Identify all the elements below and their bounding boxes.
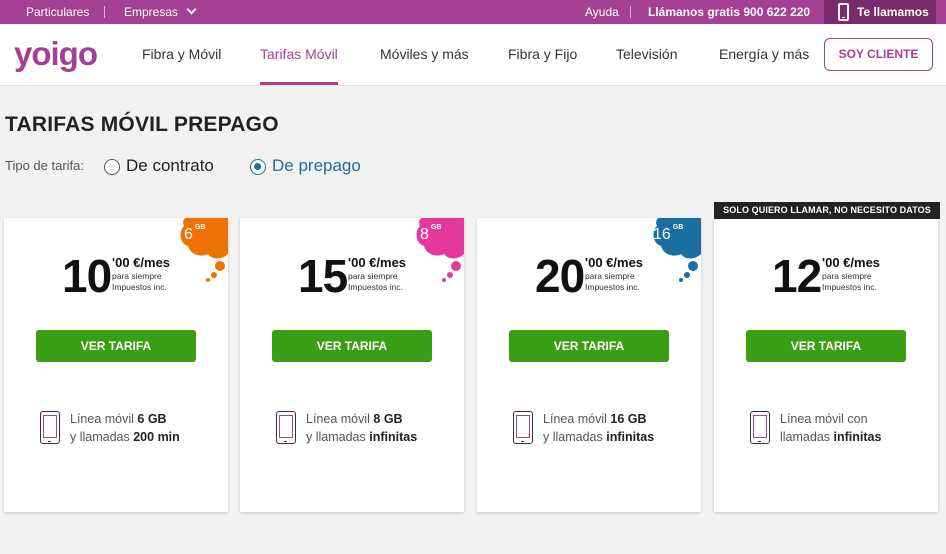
data-badge-label: 6 GB [184,223,206,244]
data-amount: 8 [420,226,429,243]
tariff-card: 8 GB 15 '00 €/mes para siempre Impuestos … [240,218,464,512]
price-decimal: '00 €/mes [822,255,881,270]
radio-circle [104,159,120,175]
price-note-forever: para siempre [585,271,635,281]
te-llamamos-button[interactable]: Te llamamos [824,0,936,24]
price-note-taxes: Impuestos inc. [822,282,877,292]
price-note-forever: para siempre [348,271,398,281]
radio-contrato[interactable]: De contrato [104,156,224,178]
phone-icon [838,3,849,21]
price-note-taxes: Impuestos inc. [585,282,640,292]
soy-cliente-button[interactable]: SOY CLIENTE [824,38,933,71]
radio-prepago-label: De prepago [272,156,361,175]
tariff-card: SOLO QUIERO LLAMAR, NO NECESITO DATOS 12… [714,202,940,512]
tarifa-type-label: Tipo de tarifa: [5,158,85,173]
data-badge-label: 8 GB [420,223,442,244]
nav-fibra-fijo[interactable]: Fibra y Fijo [508,24,577,85]
price-decimal: '00 €/mes [348,255,407,270]
ver-tarifa-button[interactable]: VER TARIFA [746,330,906,362]
te-llamamos-label: Te llamamos [857,5,929,19]
page-title: TARIFAS MÓVIL PREPAGO [5,113,279,136]
price-decimal: '00 €/mes [112,255,171,270]
top-bar: Particulares Empresas Ayuda Llámanos gra… [0,0,946,24]
mobile-phone-icon [513,411,533,444]
price-integer: 12 [772,250,822,302]
data-amount: 16 [653,226,671,243]
main-nav: yoigo Fibra y Móvil Tarifas Móvil Móvile… [0,24,946,86]
radio-contrato-label: De contrato [126,156,214,175]
price-integer: 20 [535,250,585,302]
ayuda-link[interactable]: Ayuda [585,0,619,24]
logo-text: yoigo [14,38,97,72]
price-note-forever: para siempre [822,271,872,281]
ver-tarifa-button[interactable]: VER TARIFA [509,330,669,362]
data-unit: GB [672,223,684,231]
data-badge-label: 16 GB [653,223,684,244]
nav-fibra-movil[interactable]: Fibra y Móvil [142,24,221,85]
price-integer: 15 [298,250,348,302]
radio-prepago[interactable]: De prepago [250,156,370,178]
particulares-link[interactable]: Particulares [26,0,89,24]
tariff-card: 6 GB 10 '00 €/mes para siempre Impuestos … [4,218,228,512]
feature-text: Línea móvil 8 GB y llamadas infinitas [306,412,418,444]
mobile-phone-icon [40,411,60,444]
nav-energia-mas[interactable]: Energía y más [719,24,809,85]
data-unit: GB [194,223,206,231]
price-note-forever: para siempre [112,271,162,281]
tariff-card: 16 GB 20 '00 €/mes para siempre Impuestos… [477,218,701,512]
price-note-taxes: Impuestos inc. [112,282,167,292]
nav-tarifas-movil[interactable]: Tarifas Móvil [260,24,338,85]
feature-text: Línea móvil con llamadas infinitas [780,412,882,444]
empresas-label: Empresas [124,5,179,19]
mobile-phone-icon [750,411,770,444]
chevron-down-icon [186,4,197,15]
yoigo-logo[interactable]: yoigo [14,38,110,72]
call-number-link[interactable]: Llámanos gratis 900 622 220 [648,0,810,24]
data-amount: 6 [184,226,193,243]
data-unit: GB [430,223,442,231]
price-decimal: '00 €/mes [585,255,644,270]
feature-text: Línea móvil 16 GB y llamadas infinitas [543,412,655,444]
nav-moviles-mas[interactable]: Móviles y más [380,24,469,85]
mobile-phone-icon [276,411,296,444]
radio-circle-selected [250,159,266,175]
ver-tarifa-button[interactable]: VER TARIFA [272,330,432,362]
nav-television[interactable]: Televisión [616,24,677,85]
divider [104,6,105,18]
divider [630,6,631,18]
price-note-taxes: Impuestos inc. [348,282,403,292]
feature-text: Línea móvil 6 GB y llamadas 200 min [70,412,180,444]
calls-only-banner: SOLO QUIERO LLAMAR, NO NECESITO DATOS [714,202,940,219]
empresas-link[interactable]: Empresas [124,0,197,24]
price-integer: 10 [62,250,112,302]
ver-tarifa-button[interactable]: VER TARIFA [36,330,196,362]
